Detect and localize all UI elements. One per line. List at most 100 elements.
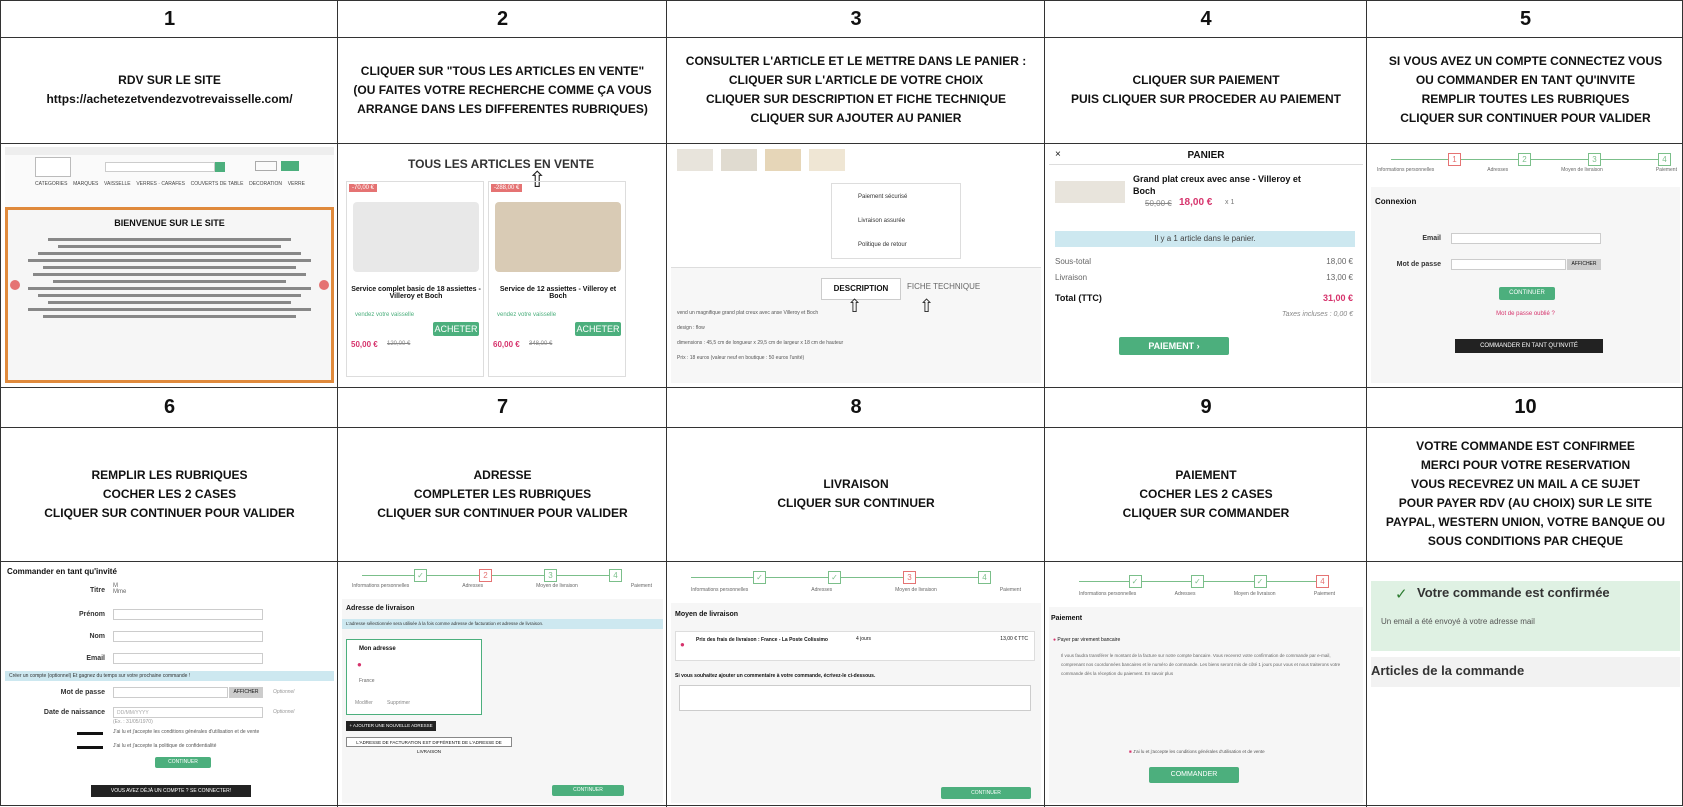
product-card[interactable]: -288,00 € Service de 12 assiettes - Vill… xyxy=(488,181,626,377)
lastname-field[interactable] xyxy=(113,631,263,642)
carrier-option[interactable]: ● Prix des frais de livraison : France -… xyxy=(675,631,1035,661)
search-input[interactable] xyxy=(105,162,215,172)
different-billing-button[interactable]: L'ADRESSE DE FACTURATION EST DIFFÉRENTE … xyxy=(346,737,512,754)
thumbnail[interactable] xyxy=(765,149,801,171)
continue-button[interactable]: CONTINUER xyxy=(1499,287,1555,300)
product-price: 50,00 € xyxy=(351,340,378,349)
step-label: Adresses xyxy=(811,587,833,593)
articles-title[interactable]: TOUS LES ARTICLES EN VENTE xyxy=(408,157,628,171)
thumbnail[interactable] xyxy=(809,149,845,171)
buy-button[interactable]: ACHETER xyxy=(575,322,621,336)
discount-badge: -70,00 € xyxy=(349,184,378,192)
payment-description: Il vous faudra transférer le montant de … xyxy=(1061,653,1341,676)
step-label: Adresses xyxy=(462,583,484,589)
search-button[interactable] xyxy=(215,162,225,172)
comment-textarea[interactable] xyxy=(679,685,1031,711)
product-image[interactable] xyxy=(353,202,479,272)
nav-item[interactable]: CATEGORIES xyxy=(35,181,67,187)
firstname-label: Prénom xyxy=(78,611,105,618)
birthdate-field[interactable]: DD/MM/YYYY xyxy=(113,707,263,718)
description-line: vend un magnifique grand plat creux avec… xyxy=(677,310,819,316)
create-account-info: Créer un compte (optionnel) Et gagnez du… xyxy=(5,671,334,681)
bank-transfer-option[interactable]: ● Payer par virement bancaire xyxy=(1053,637,1120,643)
carousel-prev-icon[interactable] xyxy=(10,280,20,290)
password-field[interactable] xyxy=(113,687,228,698)
product-image[interactable] xyxy=(495,202,621,272)
step-label: Paiement xyxy=(1313,591,1335,597)
nav-item[interactable]: VERRES · CARAFES xyxy=(136,181,185,187)
show-password-button[interactable]: AFFICHER xyxy=(229,687,263,698)
selected-icon: ● xyxy=(357,660,362,669)
login-button[interactable]: VOUS AVEZ DÉJÀ UN COMPTE ? SE CONNECTER! xyxy=(91,785,251,797)
step-instruction: CLIQUER SUR "TOUS LES ARTICLES EN VENTE"… xyxy=(353,63,652,116)
nav-item[interactable]: DECORATION xyxy=(249,181,282,187)
stepper-labels: Informations personnelles Adresses Moyen… xyxy=(352,583,652,589)
description-line: Prix : 18 euros (valeur neuf en boutique… xyxy=(677,355,805,361)
tab-technical-sheet[interactable]: FICHE TECHNIQUE xyxy=(907,282,997,291)
step-number: 5 xyxy=(1519,7,1532,30)
screenshot-confirmation: ✓ Votre commande est confirmée Un email … xyxy=(1371,565,1680,803)
buy-button[interactable]: ACHETER xyxy=(433,322,479,336)
step-label: Informations personnelles xyxy=(691,587,749,593)
guest-checkout-button[interactable]: COMMANDER EN TANT QU'INVITÉ xyxy=(1455,339,1603,353)
confirmation-banner: ✓ Votre commande est confirmée Un email … xyxy=(1371,581,1680,651)
logo[interactable] xyxy=(35,157,71,177)
forgot-password-link[interactable]: Mot de passe oublié ? xyxy=(1371,311,1680,317)
privacy-checkbox[interactable]: J'ai lu et j'accepte la politique de con… xyxy=(113,743,216,749)
cgu-checkbox[interactable]: ■ J'ai lu et j'accepte les conditions gé… xyxy=(1129,749,1265,754)
step-instruction: ADRESSE COMPLETER LES RUBRIQUES CLIQUER … xyxy=(377,467,628,520)
thumbnail[interactable] xyxy=(721,149,757,171)
address-panel: Adresse de livraison L'adresse sélection… xyxy=(342,599,663,803)
screenshot-product: Paiement sécurisé Livraison assurée Poli… xyxy=(671,147,1041,383)
delete-address-link[interactable]: Supprimer xyxy=(387,700,410,706)
address-card[interactable]: Mon adresse ● France Modifier Supprimer xyxy=(346,639,482,715)
seller-link[interactable]: vendez votre vaisselle xyxy=(497,312,557,318)
product-card[interactable]: -70,00 € Service complet basic de 18 ass… xyxy=(346,181,484,377)
product-name[interactable]: Service complet basic de 18 assiettes - … xyxy=(351,286,481,300)
cart-item-name[interactable]: Grand plat creux avec anse - Villeroy et… xyxy=(1133,173,1323,197)
nav-item[interactable]: COUVERTS DE TABLE xyxy=(191,181,244,187)
step-2: ✓ xyxy=(1191,574,1204,588)
checkout-stepper: 1 2 3 4 xyxy=(1391,151,1671,167)
nav-item[interactable]: VAISSELLE xyxy=(104,181,131,187)
payment-title: Paiement xyxy=(1051,615,1083,622)
cart-button[interactable] xyxy=(281,161,299,171)
continue-button[interactable]: CONTINUER xyxy=(941,787,1031,799)
order-button[interactable]: COMMANDER xyxy=(1149,767,1239,783)
carousel-next-icon[interactable] xyxy=(319,280,329,290)
nav-item[interactable]: MARQUES xyxy=(73,181,98,187)
continue-button[interactable]: CONTINUER xyxy=(155,757,211,768)
email-field[interactable] xyxy=(1451,233,1601,244)
radio-mme[interactable]: Mme xyxy=(113,589,126,595)
payment-button[interactable]: PAIEMENT › xyxy=(1119,337,1229,355)
firstname-field[interactable] xyxy=(113,609,263,620)
continue-button[interactable]: CONTINUER xyxy=(552,785,624,796)
cart-title: PANIER xyxy=(1187,150,1225,161)
step-label: Moyen de livraison xyxy=(536,583,578,589)
account-button[interactable] xyxy=(255,161,277,171)
show-password-button[interactable]: AFFICHER xyxy=(1567,259,1601,270)
description-line: dimensions : 45,5 cm de longueur x 29,5 … xyxy=(677,340,844,346)
step-number: 10 xyxy=(1514,395,1537,418)
seller-link[interactable]: vendez votre vaisselle xyxy=(355,312,415,318)
cgu-checkbox[interactable]: J'ai lu et j'accepte les conditions géné… xyxy=(113,729,259,735)
add-address-button[interactable]: + AJOUTER UNE NOUVELLE ADRESSE xyxy=(346,721,436,731)
nav-item[interactable]: VERRE xyxy=(288,181,305,187)
screenshot-cart: × PANIER Grand plat creux avec anse - Vi… xyxy=(1049,147,1363,383)
email-field[interactable] xyxy=(113,653,263,664)
step-label: Paiement xyxy=(630,583,652,589)
old-price: 120,00 € xyxy=(387,341,411,347)
screenshot-payment: ✓ ✓ ✓ 4 Informations personnelles Adress… xyxy=(1049,565,1363,803)
optional-label: Optionnel xyxy=(273,709,295,715)
product-name[interactable]: Service de 12 assiettes - Villeroy et Bo… xyxy=(493,286,623,300)
welcome-banner: BIENVENUE SUR LE SITE xyxy=(5,207,334,383)
step-1: 1 xyxy=(1448,152,1461,166)
thumbnail[interactable] xyxy=(677,149,713,171)
password-field[interactable] xyxy=(1451,259,1566,270)
step-number: 6 xyxy=(163,395,176,418)
step-number: 2 xyxy=(496,7,509,30)
step-number: 8 xyxy=(850,395,862,418)
edit-address-link[interactable]: Modifier xyxy=(355,700,373,706)
divider xyxy=(1,561,1683,562)
stepper-labels: Informations personnelles Adresses Moyen… xyxy=(691,587,1021,593)
